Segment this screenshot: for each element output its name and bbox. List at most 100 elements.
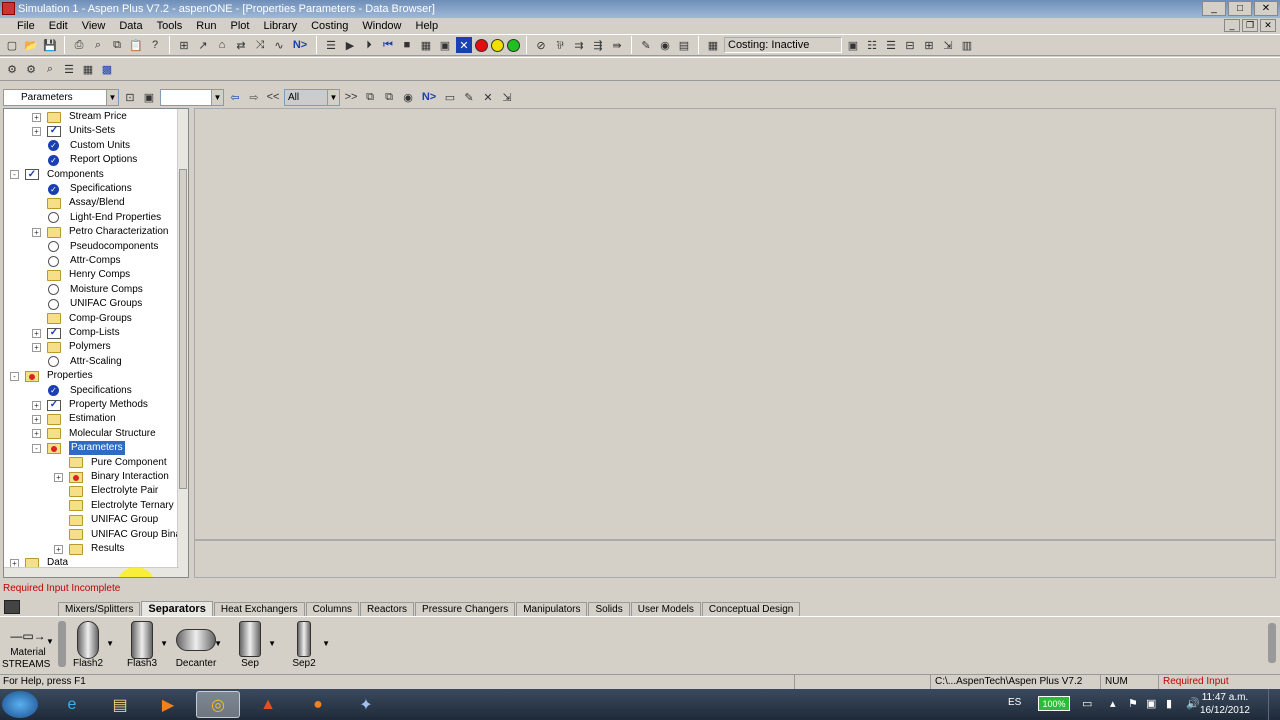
tree-node[interactable]: Moisture Comps — [32, 283, 143, 297]
comments-icon[interactable]: ▭ — [442, 89, 458, 105]
print-preview-icon[interactable]: ⌕ — [90, 37, 106, 53]
tree-node[interactable]: Pure Component — [54, 456, 167, 470]
library-tab[interactable]: Mixers/Splitters — [58, 602, 141, 616]
maximize-button[interactable]: □ — [1228, 1, 1252, 16]
library-tab[interactable]: Conceptual Design — [701, 602, 801, 616]
library-pin-icon[interactable] — [4, 600, 20, 614]
costing-compare-icon[interactable]: ⇉ — [571, 37, 587, 53]
tree-node[interactable]: - Properties — [10, 369, 93, 383]
tree-node[interactable]: ✓ Custom Units — [32, 139, 130, 153]
flowsheet-icon[interactable]: ⊞ — [176, 37, 192, 53]
rewind-icon[interactable]: ⏮ — [380, 37, 396, 53]
tree-icon[interactable]: ⊟ — [902, 37, 918, 53]
tree-node[interactable]: ✓ Specifications — [32, 182, 132, 196]
menu-file[interactable]: File — [10, 20, 42, 32]
menu-window[interactable]: Window — [355, 20, 408, 32]
form-select[interactable]: Parameters ▼ — [3, 88, 119, 106]
tree-node[interactable]: Light-End Properties — [32, 211, 161, 225]
folder-up-icon[interactable]: ⊡ — [122, 89, 138, 105]
workbench-icon[interactable]: ✦ — [344, 691, 388, 718]
expand-icon[interactable]: + — [54, 544, 63, 554]
eye-icon[interactable]: ◉ — [657, 37, 673, 53]
tree-node[interactable]: UNIFAC Groups — [32, 297, 142, 311]
library-tab[interactable]: User Models — [630, 602, 701, 616]
check-results-icon[interactable]: ▦ — [418, 37, 434, 53]
library-tab[interactable]: Separators — [141, 601, 213, 616]
delete-icon[interactable]: ✕ — [480, 89, 496, 105]
tree-node[interactable]: + Petro Characterization — [32, 225, 169, 239]
expand-icon[interactable]: + — [32, 414, 41, 424]
grid-options-icon[interactable]: ▦ — [80, 61, 96, 77]
library-model-sep[interactable]: ▼ Sep — [224, 621, 276, 671]
tree-node[interactable]: Attr-Scaling — [32, 355, 122, 369]
file-explorer-icon[interactable]: ▤ — [98, 691, 142, 718]
tree-vertical-scrollbar[interactable] — [177, 109, 188, 577]
mdi-close-button[interactable]: ✕ — [1260, 19, 1276, 32]
menu-plot[interactable]: Plot — [223, 20, 256, 32]
export-icon[interactable]: ⇲ — [940, 37, 956, 53]
expand-icon[interactable]: + — [32, 227, 41, 237]
new-file-icon[interactable]: ▢ — [4, 37, 20, 53]
aspen-plus-icon[interactable]: ◎ — [196, 691, 240, 718]
report-icon[interactable]: ▥ — [959, 37, 975, 53]
tree-node[interactable]: UNIFAC Group — [54, 513, 158, 527]
step-icon[interactable]: ⏵ — [361, 37, 377, 53]
expand-icon[interactable]: + — [32, 429, 41, 439]
mdi-restore-button[interactable]: ❐ — [1242, 19, 1258, 32]
grid-icon[interactable]: ▦ — [705, 37, 721, 53]
tree-node[interactable]: Attr-Comps — [32, 254, 121, 268]
minimize-button[interactable]: _ — [1202, 1, 1226, 16]
back-arrow-icon[interactable]: ⇦ — [227, 89, 243, 105]
edit-icon[interactable]: ✎ — [638, 37, 654, 53]
tree-node[interactable]: Pseudocomponents — [32, 240, 158, 254]
library-tab[interactable]: Heat Exchangers — [213, 602, 305, 616]
chevron-down-icon[interactable]: ▼ — [160, 639, 168, 648]
library-tab[interactable]: Manipulators — [516, 602, 588, 616]
copy-form-icon[interactable]: ⧉ — [362, 89, 378, 105]
wave-icon[interactable]: ∿ — [271, 37, 287, 53]
expand-icon[interactable]: + — [54, 472, 63, 482]
library-model-flash3[interactable]: ▼ Flash3 — [116, 621, 168, 671]
image-icon[interactable]: ▣ — [845, 37, 861, 53]
split-icon[interactable]: ⤨ — [252, 37, 268, 53]
help-pointer-icon[interactable]: ? — [147, 37, 163, 53]
tree-node[interactable]: Assay/Blend — [32, 196, 125, 210]
internet-explorer-icon[interactable]: e — [50, 691, 94, 718]
status-icon[interactable]: ◉ — [400, 89, 416, 105]
expand-icon[interactable]: + — [32, 400, 41, 410]
menu-tools[interactable]: Tools — [150, 20, 190, 32]
notification-icon[interactable]: ▣ — [1146, 697, 1156, 710]
costing-options-icon[interactable]: ⅌ — [552, 37, 568, 53]
battery-indicator[interactable]: 100% — [1038, 696, 1070, 711]
library-tab[interactable]: Solids — [588, 602, 630, 616]
control-panel-icon[interactable]: ▣ — [437, 37, 453, 53]
tree-node[interactable]: + ✓ Property Methods — [32, 398, 148, 412]
save-icon[interactable]: 💾 — [42, 37, 58, 53]
network-icon[interactable]: ▮ — [1166, 697, 1172, 710]
tree-node[interactable]: ✓ Specifications — [32, 384, 132, 398]
firefox-icon[interactable]: ● — [296, 691, 340, 718]
table-icon[interactable]: ☷ — [864, 37, 880, 53]
monitor-icon[interactable]: ▭ — [1082, 697, 1092, 710]
previous-form-button[interactable]: << — [265, 89, 281, 105]
library-scroll-right[interactable] — [1268, 623, 1276, 663]
tray-arrow-icon[interactable]: ▴ — [1110, 697, 1116, 710]
volume-icon[interactable]: 🔊 — [1186, 697, 1200, 710]
library-model-decanter[interactable]: ▼ Decanter — [170, 621, 222, 671]
costing-arrows-icon[interactable]: ⇶ — [590, 37, 606, 53]
tree-node[interactable]: + Molecular Structure — [32, 427, 156, 441]
expand-icon[interactable]: + — [32, 328, 41, 338]
results-icon[interactable]: ⇲ — [499, 89, 515, 105]
tree-node[interactable]: - Parameters — [32, 441, 125, 456]
costing-send-icon[interactable]: ⇛ — [609, 37, 625, 53]
folder-tree-icon[interactable]: ▣ — [141, 89, 157, 105]
library-tab[interactable]: Pressure Changers — [415, 602, 516, 616]
pencil-icon[interactable]: ✎ — [461, 89, 477, 105]
library-model-flash2[interactable]: ▼ Flash2 — [62, 621, 114, 671]
setup-icon[interactable]: ☰ — [323, 37, 339, 53]
tree-node[interactable]: + Results — [54, 542, 124, 556]
system-clock[interactable]: 11:47 a.m. 16/12/2012 — [1200, 691, 1250, 717]
tree-node[interactable]: + Polymers — [32, 340, 111, 354]
library-tab[interactable]: Columns — [305, 602, 360, 616]
forward-arrow-icon[interactable]: ⇨ — [246, 89, 262, 105]
